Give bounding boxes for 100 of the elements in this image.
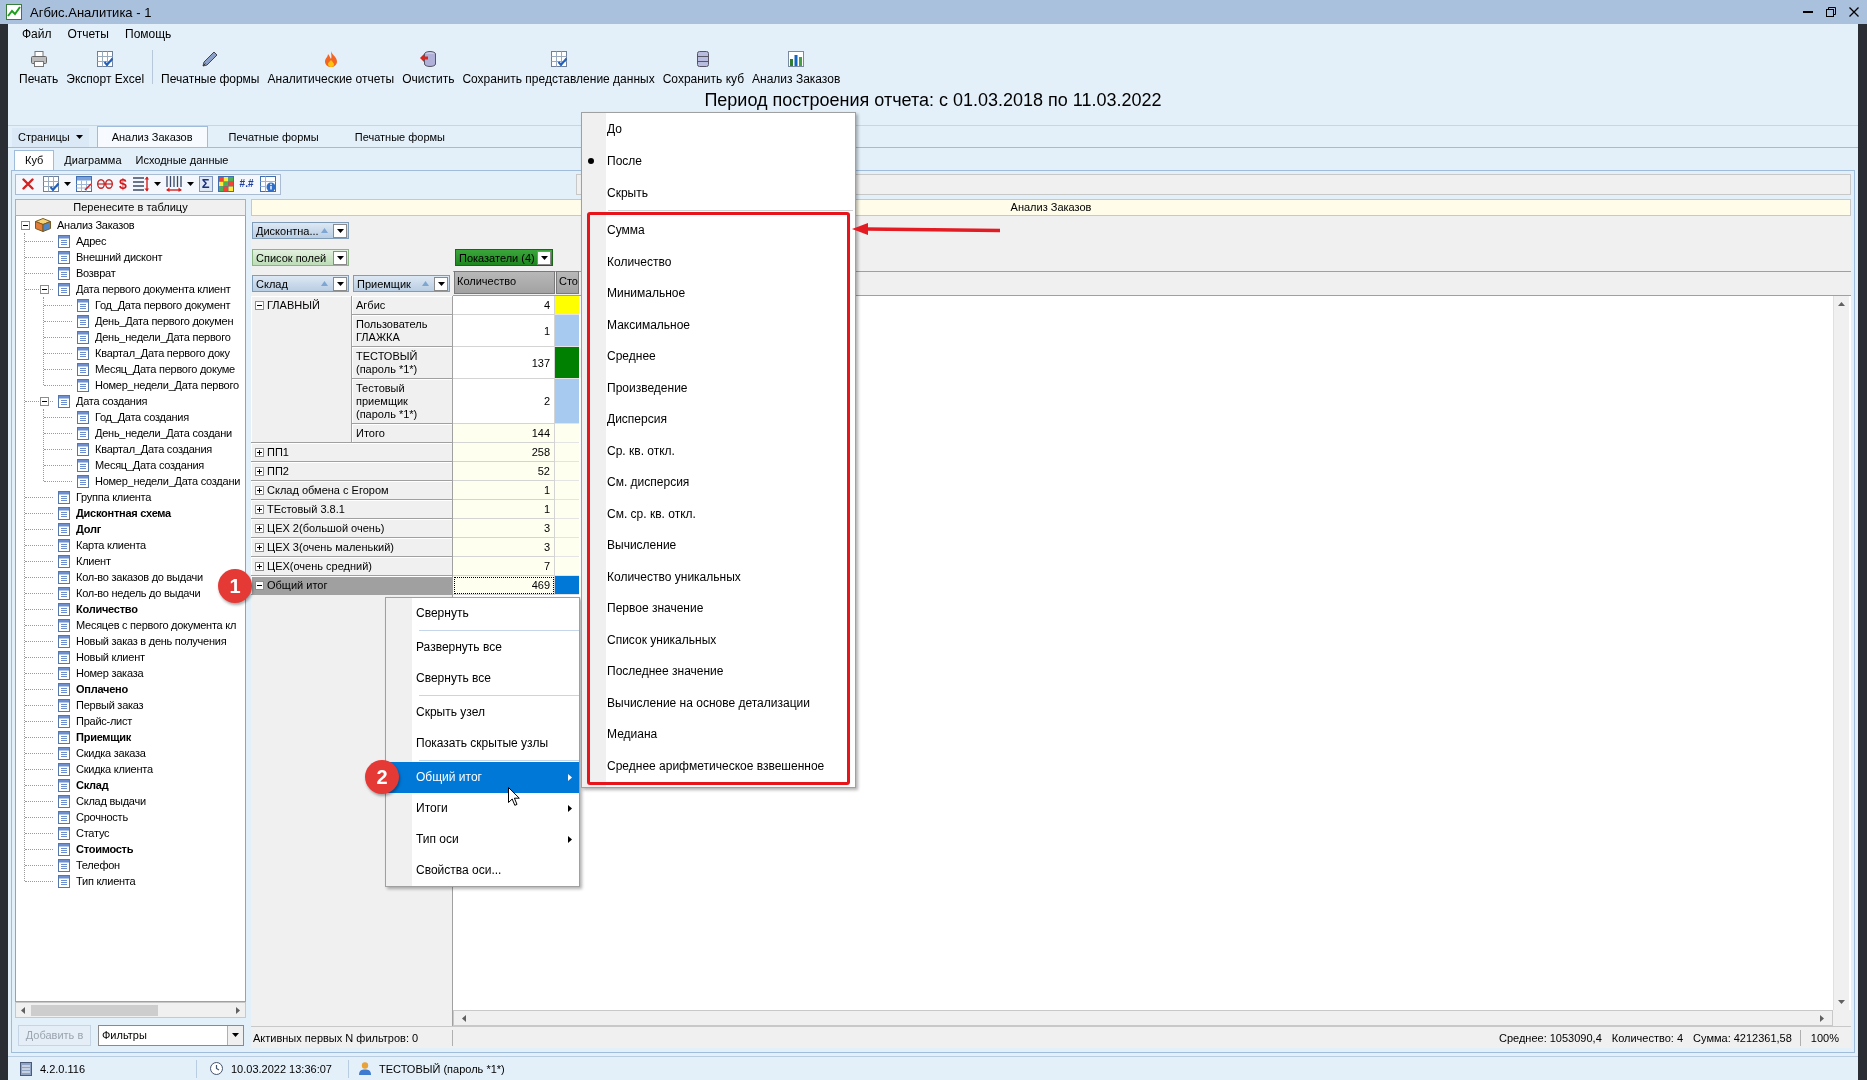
menu-item[interactable]: Вычисление	[590, 530, 847, 562]
menu-item[interactable]: После	[582, 145, 855, 177]
tree-item[interactable]: Месяц_Дата первого докуме	[95, 362, 235, 376]
column-header[interactable]: Сто	[556, 271, 579, 294]
scroll-right-icon[interactable]	[1820, 1014, 1824, 1022]
scrollbar[interactable]	[1833, 296, 1849, 1010]
tree-item[interactable]: Первый заказ	[76, 698, 144, 712]
tree-item[interactable]: Номер заказа	[76, 666, 144, 680]
cross-icon[interactable]	[22, 178, 34, 190]
row-header-cell[interactable]: ТЕстовый 3.8.1	[251, 500, 453, 519]
toolbar-button[interactable]: Очистить	[398, 50, 459, 88]
tree-item[interactable]: Группа клиента	[76, 490, 152, 504]
menu-item[interactable]: Дисперсия	[590, 404, 847, 436]
tree-item[interactable]: Склад выдачи	[76, 794, 146, 808]
column-header[interactable]: Количество	[454, 271, 555, 294]
menu-item[interactable]: Первое значение	[590, 593, 847, 625]
tree-item[interactable]: Долг	[76, 522, 101, 536]
row-header-cell[interactable]: ТЕСТОВЫЙ (пароль *1*)	[352, 347, 453, 379]
tree-item[interactable]: Телефон	[76, 858, 120, 872]
menu-item[interactable]: Сумма	[590, 215, 847, 247]
scroll-down-icon[interactable]	[1838, 1000, 1845, 1004]
scrollbar[interactable]	[453, 1010, 1833, 1026]
row-header-cell[interactable]: Агбис	[352, 296, 453, 315]
menu-item[interactable]: Последнее значение	[590, 656, 847, 688]
tab[interactable]: Куб	[14, 150, 55, 170]
tree-item[interactable]: Склад	[76, 778, 109, 792]
tree-item[interactable]: Статус	[76, 826, 110, 840]
menu-item[interactable]: Ср. кв. откл.	[590, 435, 847, 467]
row-header-cell[interactable]: Итого	[352, 424, 453, 443]
tree-item[interactable]: Возврат	[76, 266, 116, 280]
tree-item[interactable]: Количество	[76, 602, 138, 616]
plus-box-icon[interactable]	[255, 524, 264, 533]
plus-box-icon[interactable]	[255, 562, 264, 571]
menu-item[interactable]: Медиана	[590, 719, 847, 751]
row-header-cell[interactable]: Тестовый приемщик (пароль *1*)	[352, 379, 453, 424]
toolbar-button[interactable]: Печать	[15, 50, 63, 88]
target-select[interactable]: Фильтры	[98, 1024, 244, 1046]
minus-box-icon[interactable]	[255, 301, 264, 310]
row-header-cell[interactable]: ЦЕХ 2(большой очень)	[251, 519, 453, 538]
toolbar-button[interactable]: Сохранить представление данных	[458, 50, 659, 88]
tree-item[interactable]: Новый заказ в день получения	[76, 634, 227, 648]
tab[interactable]: Диаграмма	[58, 150, 128, 170]
tree-item[interactable]: Приемщик	[76, 730, 132, 744]
tree-item[interactable]: Оплачено	[76, 682, 128, 696]
menu-item[interactable]: Произведение	[590, 372, 847, 404]
toolbar-button[interactable]: Сохранить куб	[658, 50, 749, 88]
menu-item[interactable]: До	[582, 113, 855, 145]
tree-item[interactable]: Год_Дата создания	[95, 410, 189, 424]
tree-item[interactable]: Номер_недели_Дата создани	[95, 474, 241, 488]
scrollbar[interactable]	[15, 1002, 246, 1018]
dropdown-button[interactable]	[434, 276, 448, 291]
tree-item[interactable]: День_недели_Дата создани	[95, 426, 232, 440]
columns-icon[interactable]	[165, 176, 182, 192]
tree-item[interactable]: Скидка заказа	[76, 746, 146, 760]
plus-box-icon[interactable]	[255, 543, 264, 552]
menu-item[interactable]: Список уникальных	[590, 624, 847, 656]
menu-item[interactable]: Минимальное	[590, 278, 847, 310]
table-icon[interactable]	[43, 176, 59, 192]
menu-item[interactable]: Среднее	[590, 341, 847, 373]
menu-item[interactable]: Максимальное	[590, 309, 847, 341]
row-header-cell[interactable]: ГЛАВНЫЙ	[251, 296, 352, 443]
tree-item[interactable]: Прайс-лист	[76, 714, 133, 728]
menu-item[interactable]: Вычисление на основе детализации	[590, 687, 847, 719]
tree-item[interactable]: Дата первого документа клиент	[76, 282, 231, 296]
tree-item[interactable]: День_недели_Дата первого	[95, 330, 231, 344]
scroll-up-icon[interactable]	[1838, 302, 1845, 306]
caret-icon[interactable]	[153, 182, 161, 186]
tree-item[interactable]: Адрес	[76, 234, 107, 248]
row-header-cell[interactable]: ПП1	[251, 443, 453, 462]
tree-item[interactable]: Карта клиента	[76, 538, 146, 552]
row-header-cell[interactable]: ЦЕХ 3(очень маленький)	[251, 538, 453, 557]
scroll-left-icon[interactable]	[462, 1014, 466, 1022]
restore-icon[interactable]	[1826, 7, 1836, 17]
menu-item[interactable]: Помощь	[117, 25, 180, 43]
field-list-button[interactable]: Список полей	[252, 249, 349, 266]
info-table-icon[interactable]	[259, 176, 276, 192]
menu-item[interactable]: Скрыть узел	[386, 697, 579, 728]
dropdown-button[interactable]	[227, 1025, 243, 1045]
tab[interactable]: Анализ Заказов	[96, 126, 208, 147]
tree-item[interactable]: Год_Дата первого документ	[95, 298, 231, 312]
scroll-left-icon[interactable]	[21, 1006, 25, 1014]
tree-item[interactable]: Стоимость	[76, 842, 134, 856]
tree-item[interactable]: Квартал_Дата первого доку	[95, 346, 230, 360]
minus-box-icon[interactable]	[255, 581, 264, 590]
toolbar-button[interactable]: Экспорт Excel	[62, 50, 149, 88]
toolbar-button[interactable]: Печатные формы	[157, 50, 264, 88]
caret-icon[interactable]	[64, 182, 71, 186]
tab[interactable]: Печатные формы	[213, 126, 334, 147]
menu-item[interactable]: Файл	[14, 25, 60, 43]
row-header-cell[interactable]: ПП2	[251, 462, 453, 481]
row-header-cell[interactable]: ЦЕХ(очень средний)	[251, 557, 453, 576]
plus-box-icon[interactable]	[255, 467, 264, 476]
filter-field-button[interactable]: Дисконтна...	[252, 222, 349, 239]
tree-item[interactable]: Квартал_Дата создания	[95, 442, 212, 456]
row-field-button[interactable]: Склад	[252, 275, 349, 292]
menu-item[interactable]: Развернуть все	[386, 632, 579, 663]
dropdown-button[interactable]	[537, 250, 551, 265]
menu-item[interactable]: Среднее арифметическое взвешенное	[590, 750, 847, 782]
menu-item[interactable]: См. ср. кв. откл.	[590, 498, 847, 530]
pages-menu-button[interactable]: Страницы	[12, 128, 89, 147]
